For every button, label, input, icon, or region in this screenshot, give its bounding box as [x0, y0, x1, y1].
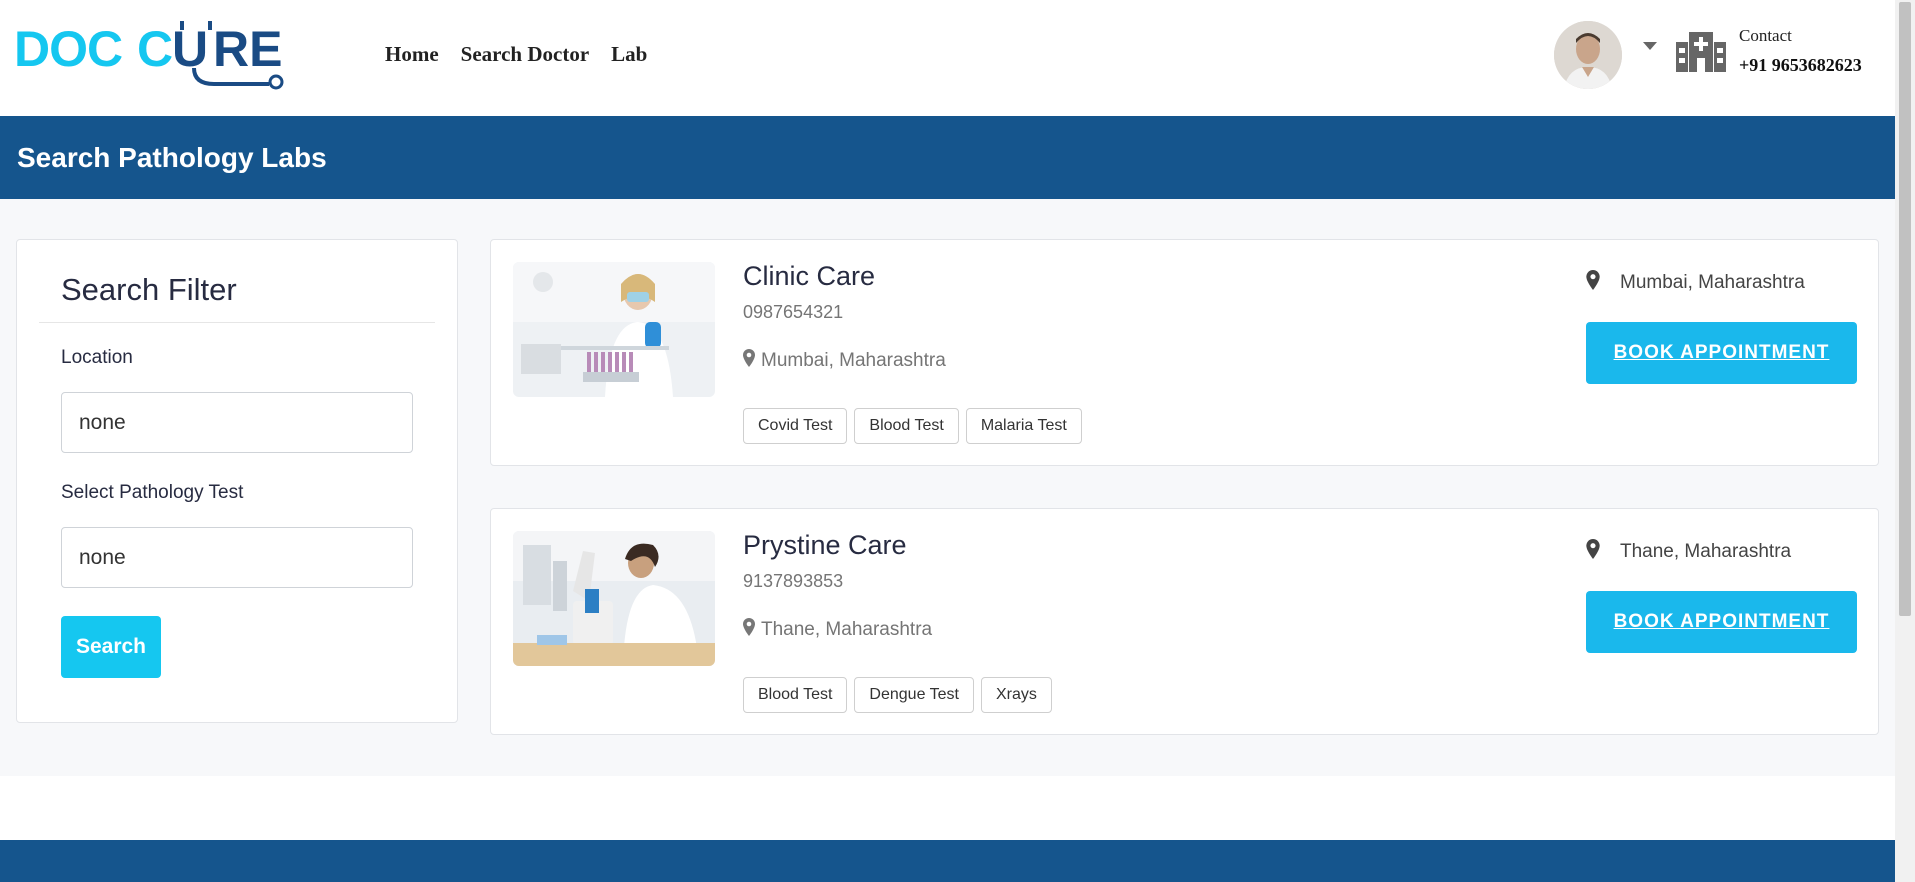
avatar[interactable]	[1554, 21, 1622, 89]
search-button[interactable]: Search	[61, 616, 161, 678]
lab-name[interactable]: Prystine Care	[743, 530, 907, 561]
page-title: Search Pathology Labs	[17, 142, 327, 173]
map-pin-icon	[1586, 539, 1600, 565]
test-tag: Covid Test	[743, 408, 848, 444]
test-tag: Dengue Test	[854, 677, 974, 713]
stethoscope-logo-icon: DOC C U RE	[14, 21, 284, 90]
test-tag: Xrays	[980, 677, 1052, 713]
lab-right-location-text: Thane, Maharashtra	[1620, 541, 1792, 562]
lab-card: Clinic Care 0987654321 Mumbai, Maharasht…	[490, 239, 1879, 466]
page-scrollbar[interactable]	[1895, 0, 1915, 882]
main-nav: Home Search Doctor Lab	[385, 42, 647, 67]
nav-search-doctor[interactable]: Search Doctor	[461, 42, 590, 67]
lab-phone: 0987654321	[743, 302, 844, 322]
lab-tests: Covid Test Blood Test Malaria Test	[743, 408, 1082, 444]
search-filter-panel: Search Filter Location none Select Patho…	[16, 239, 458, 723]
page-banner: Search Pathology Labs	[0, 116, 1895, 199]
filter-divider	[39, 322, 435, 323]
nav-lab[interactable]: Lab	[611, 42, 647, 67]
svg-text:DOC: DOC	[14, 21, 122, 77]
lab-image[interactable]	[513, 531, 715, 666]
test-tag: Blood Test	[743, 677, 848, 713]
user-avatar-image	[1554, 21, 1622, 89]
contact-label: Contact	[1739, 26, 1792, 45]
main-content: Search Filter Location none Select Patho…	[0, 199, 1895, 776]
scrollbar-thumb[interactable]	[1899, 2, 1911, 616]
book-appointment-button[interactable]: BOOK APPOINTMENT	[1586, 322, 1857, 384]
lab-right-location-text: Mumbai, Maharashtra	[1620, 272, 1805, 293]
map-pin-icon	[743, 349, 755, 373]
lab-phone: 9137893853	[743, 571, 844, 591]
site-header: DOC C U RE Home Search Doctor Lab Contac…	[0, 0, 1895, 116]
nav-home[interactable]: Home	[385, 42, 439, 67]
chevron-down-icon[interactable]	[1643, 42, 1657, 50]
site-logo[interactable]: DOC C U RE	[14, 18, 290, 92]
hospital-icon	[1676, 28, 1726, 72]
lab-name[interactable]: Clinic Care	[743, 261, 875, 292]
lab-image[interactable]	[513, 262, 715, 397]
filter-title: Search Filter	[61, 272, 237, 307]
svg-text:C: C	[137, 21, 173, 77]
lab-right-location: Mumbai, Maharashtra	[1586, 270, 1805, 296]
svg-text:U: U	[172, 21, 208, 77]
lab-location-text: Mumbai, Maharashtra	[761, 350, 946, 371]
pathology-test-label: Select Pathology Test	[61, 482, 244, 503]
book-appointment-button[interactable]: BOOK APPOINTMENT	[1586, 591, 1857, 653]
test-tag: Blood Test	[854, 408, 959, 444]
lab-location: Thane, Maharashtra	[743, 618, 932, 642]
lab-location-text: Thane, Maharashtra	[761, 619, 933, 640]
test-tag: Malaria Test	[965, 408, 1082, 444]
lab-location: Mumbai, Maharashtra	[743, 349, 946, 373]
map-pin-icon	[1586, 270, 1600, 296]
site-footer	[0, 840, 1895, 882]
contact-phone[interactable]: +91 9653682623	[1739, 55, 1862, 76]
lab-tests: Blood Test Dengue Test Xrays	[743, 677, 1052, 713]
location-label: Location	[61, 347, 133, 368]
lab-right-location: Thane, Maharashtra	[1586, 539, 1791, 565]
lab-card: Prystine Care 9137893853 Thane, Maharash…	[490, 508, 1879, 735]
svg-text:RE: RE	[213, 21, 282, 77]
map-pin-icon	[743, 618, 755, 642]
pathology-test-select[interactable]: none	[61, 527, 413, 588]
location-input[interactable]: none	[61, 392, 413, 453]
